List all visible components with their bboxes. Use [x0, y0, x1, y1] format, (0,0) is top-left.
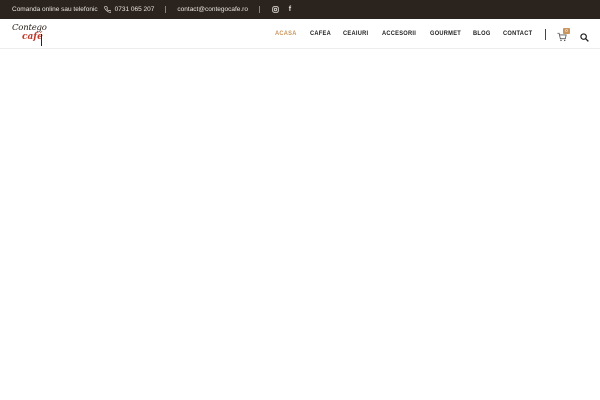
- cart-count-badge: 0: [563, 28, 570, 34]
- logo-text-cafe: café: [22, 32, 43, 42]
- cart-button[interactable]: 0: [557, 28, 571, 42]
- top-bar: Comanda online sau telefonic 0731 065 20…: [0, 0, 600, 19]
- email-link[interactable]: contact@contegocafe.ro: [177, 6, 248, 13]
- search-icon: [580, 29, 589, 46]
- nav-item-accesorii[interactable]: ACCESORII: [382, 30, 416, 37]
- nav-item-contact[interactable]: CONTACT: [503, 30, 532, 37]
- search-button[interactable]: [580, 29, 590, 42]
- phone-link[interactable]: 0731 065 207: [115, 6, 155, 13]
- nav-item-blog[interactable]: BLOG: [473, 30, 491, 37]
- divider: [258, 6, 260, 13]
- order-text: Comanda online sau telefonic: [12, 6, 98, 13]
- nav-item-ceaiuri[interactable]: CEAIURI: [343, 30, 368, 37]
- facebook-icon[interactable]: f: [285, 5, 295, 15]
- logo-stroke: [41, 34, 42, 46]
- nav-item-cafea[interactable]: CAFEA: [310, 30, 331, 37]
- nav-item-gourmet[interactable]: GOURMET: [430, 30, 461, 37]
- contego-cafe-logo[interactable]: Contego café: [11, 22, 49, 47]
- nav-divider: [545, 29, 546, 40]
- divider: [165, 6, 167, 13]
- page-content-area: [0, 50, 600, 400]
- nav-item-acasa[interactable]: ACASA: [275, 30, 297, 37]
- phone-icon: [103, 6, 111, 13]
- instagram-icon[interactable]: [271, 5, 281, 15]
